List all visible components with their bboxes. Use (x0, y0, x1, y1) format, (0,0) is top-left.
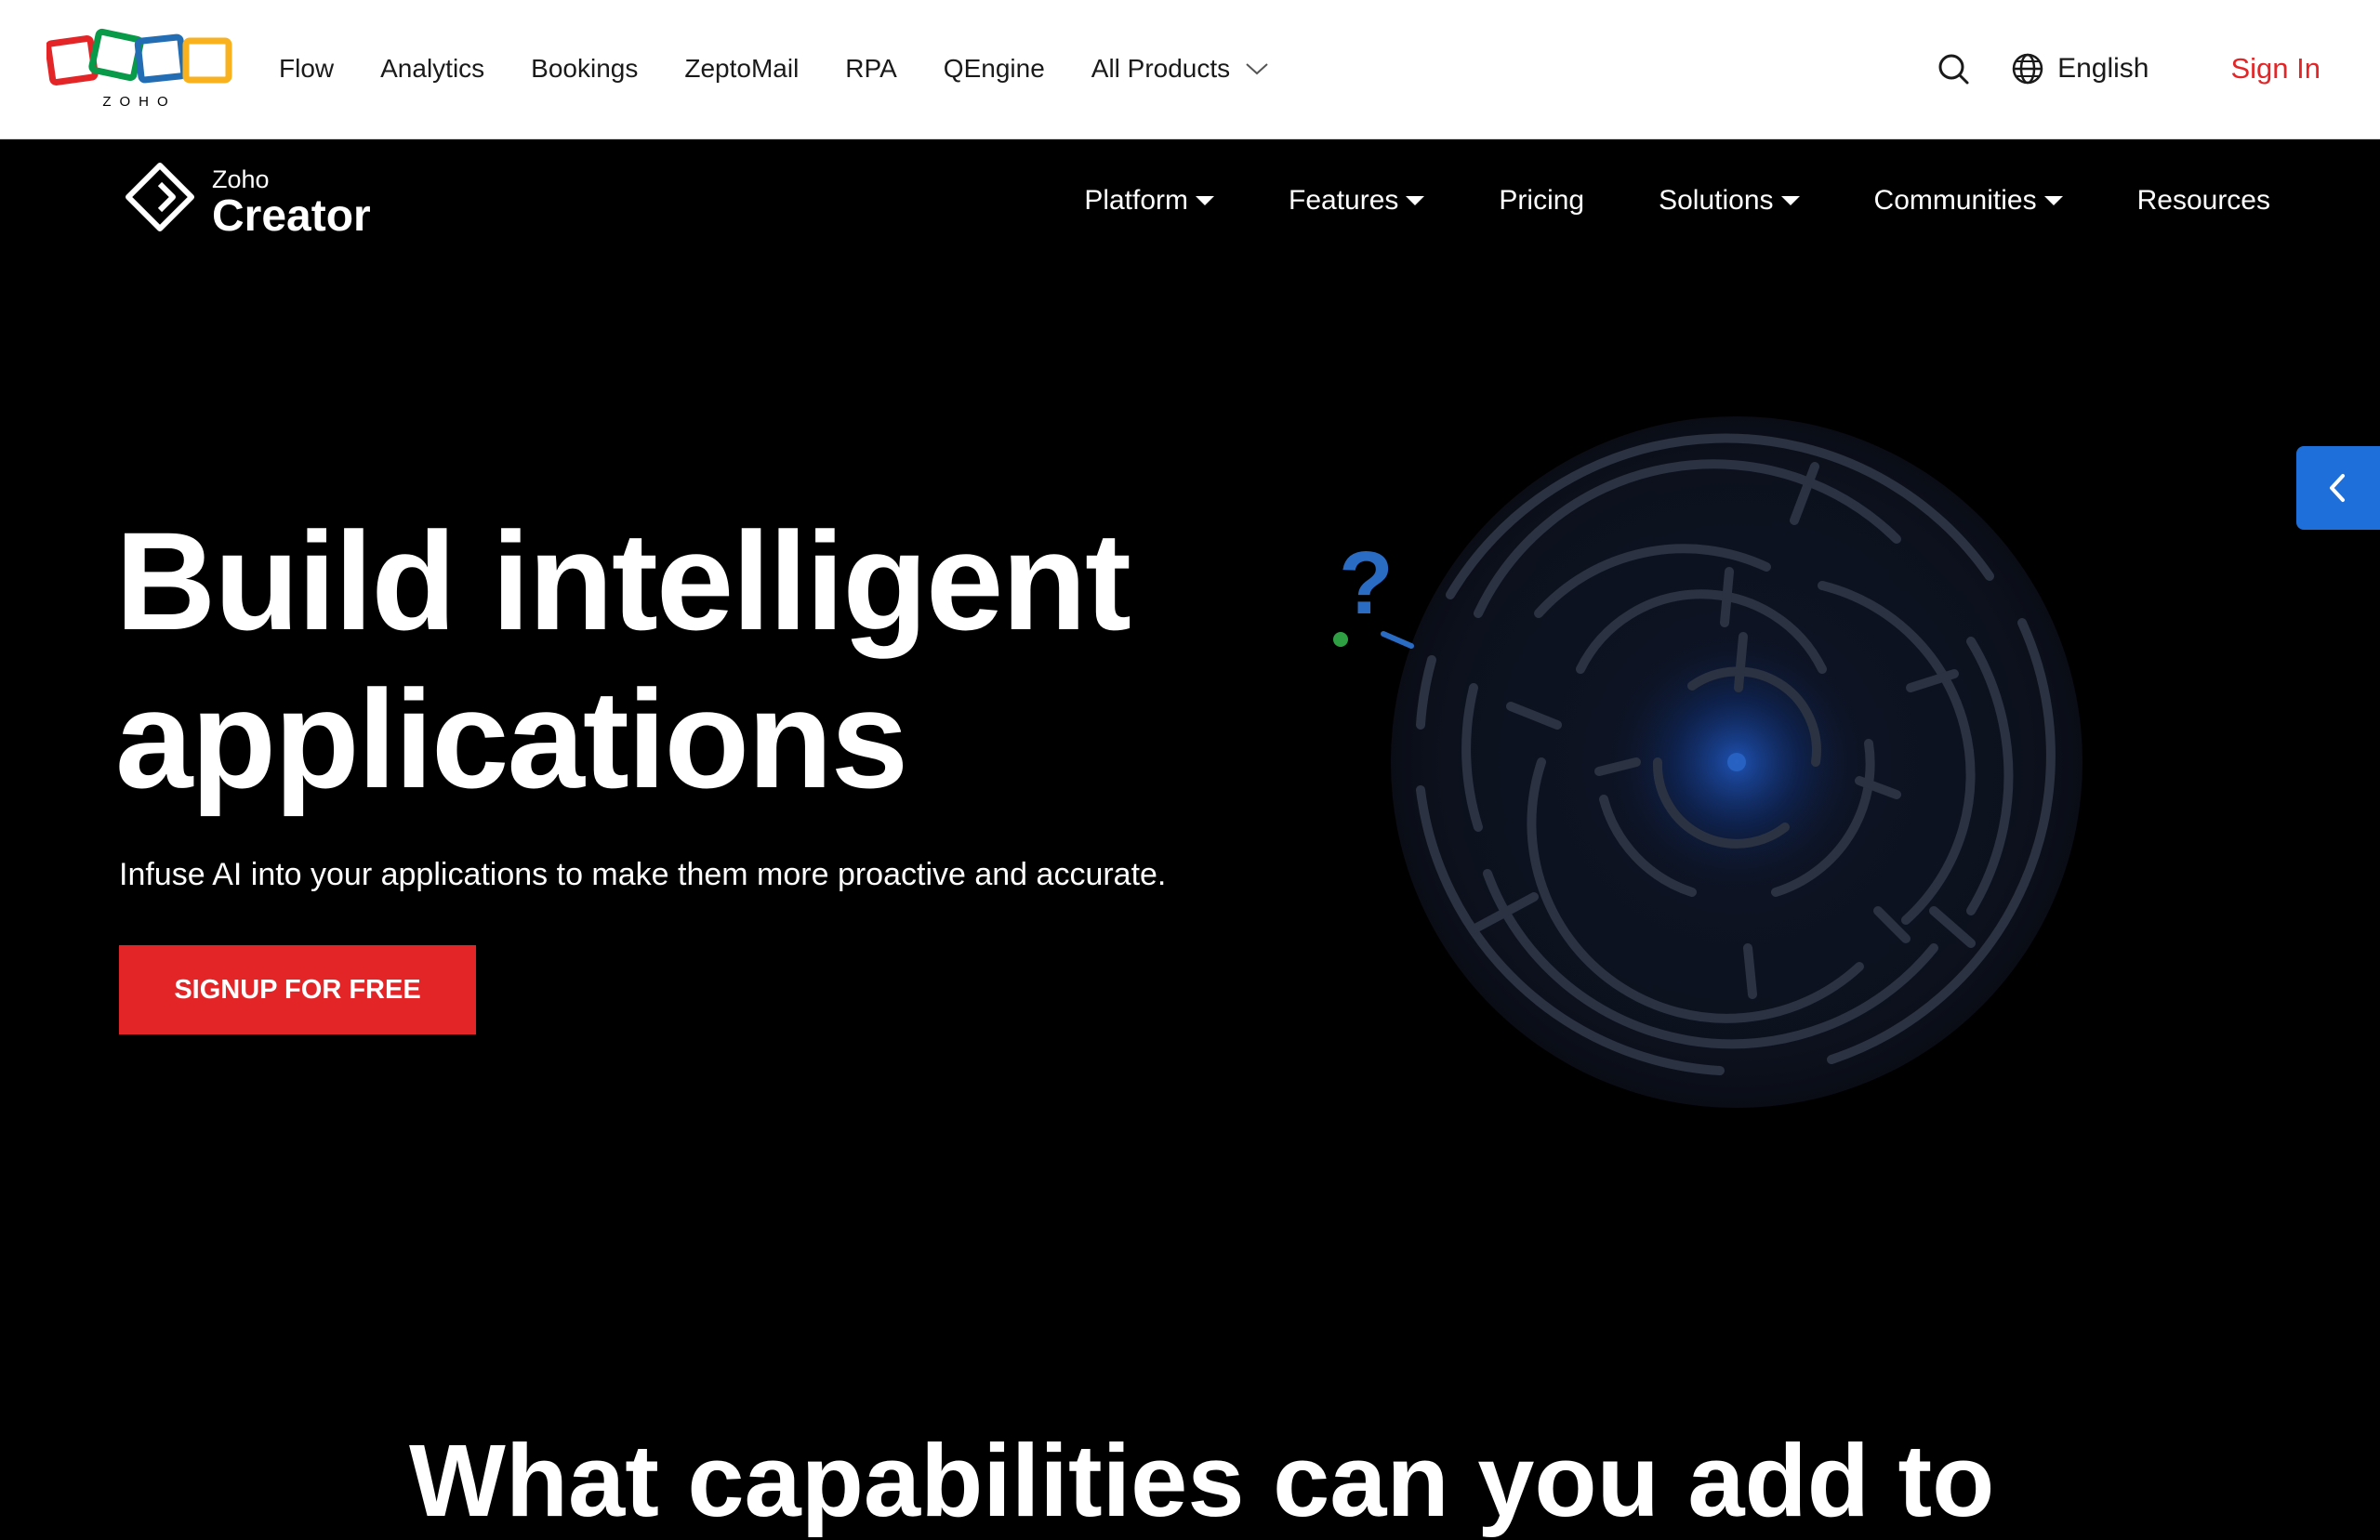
nav-item-communities[interactable]: Communities (1874, 185, 2063, 217)
creator-brand-small: Zoho (212, 165, 270, 193)
question-mark-dot (1333, 632, 1348, 647)
chevron-down-icon (1246, 63, 1268, 75)
nav-item-solutions[interactable]: Solutions (1659, 185, 1800, 217)
maze-illustration: ? (1333, 416, 2082, 1108)
creator-logo-icon (126, 163, 194, 231)
zoho-logo[interactable]: ZOHO (46, 28, 232, 112)
top-nav-item-bookings[interactable]: Bookings (531, 54, 638, 84)
nav-item-resources-label: Resources (2136, 185, 2270, 216)
maze-center-dot (1727, 753, 1746, 771)
capabilities-heading: What capabilities can you add to (409, 1424, 1995, 1538)
zoho-products-nav: Flow Analytics Bookings ZeptoMail RPA QE… (279, 0, 1316, 138)
nav-item-platform[interactable]: Platform (1084, 185, 1215, 217)
top-nav-item-analytics[interactable]: Analytics (380, 54, 484, 84)
nav-item-pricing[interactable]: Pricing (1499, 185, 1584, 217)
language-label: English (2057, 53, 2149, 84)
zoho-creator-logo[interactable]: Zoho Creator (117, 160, 371, 245)
zoho-top-bar: ZOHO Flow Analytics Bookings ZeptoMail R… (0, 0, 2380, 139)
signup-button[interactable]: SIGNUP FOR FREE (119, 945, 476, 1034)
nav-item-platform-label: Platform (1084, 185, 1189, 216)
caret-down-icon (2043, 196, 2063, 205)
nav-item-communities-label: Communities (1873, 185, 2037, 216)
all-products-label: All Products (1091, 54, 1231, 83)
chevron-left-icon (2330, 474, 2345, 502)
hero-title-line-2: applications (115, 661, 908, 817)
nav-item-features-label: Features (1289, 185, 1399, 216)
caret-down-icon (1196, 196, 1215, 205)
top-nav-item-qengine[interactable]: QEngine (944, 54, 1045, 84)
globe-icon (2012, 53, 2043, 85)
caret-down-icon (1780, 196, 1800, 205)
nav-item-pricing-label: Pricing (1499, 185, 1585, 216)
nav-item-solutions-label: Solutions (1659, 185, 1774, 216)
top-nav-item-flow[interactable]: Flow (279, 54, 334, 84)
zoho-logo-text: ZOHO (102, 94, 176, 110)
hero-title: Build intelligent applications (115, 502, 1277, 818)
creator-nav-bar: Zoho Creator Platform Features Pricing S… (0, 139, 2380, 270)
search-icon[interactable] (1935, 50, 1972, 87)
question-mark-glyph: ? (1339, 533, 1394, 633)
creator-product-nav: Platform Features Pricing Solutions Comm… (1010, 139, 2270, 262)
language-selector[interactable]: English (2011, 52, 2149, 86)
sign-in-link[interactable]: Sign In (2230, 52, 2320, 86)
creator-brand-name: Creator (212, 191, 371, 241)
nav-item-features[interactable]: Features (1289, 185, 1425, 217)
hero-subtitle: Infuse AI into your applications to make… (119, 857, 1167, 892)
caret-down-icon (1406, 196, 1425, 205)
hero-title-line-1: Build intelligent (115, 503, 1131, 659)
top-nav-item-rpa[interactable]: RPA (845, 54, 897, 84)
top-utility-bar: English Sign In (1935, 0, 2380, 138)
top-nav-item-zeptomail[interactable]: ZeptoMail (684, 54, 799, 84)
creator-logo-text: Zoho Creator (212, 165, 371, 241)
side-panel-toggle[interactable] (2296, 446, 2380, 530)
nav-item-resources[interactable]: Resources (2137, 185, 2270, 217)
all-products-dropdown[interactable]: All Products (1091, 54, 1269, 84)
dash-mark (1381, 631, 1414, 649)
